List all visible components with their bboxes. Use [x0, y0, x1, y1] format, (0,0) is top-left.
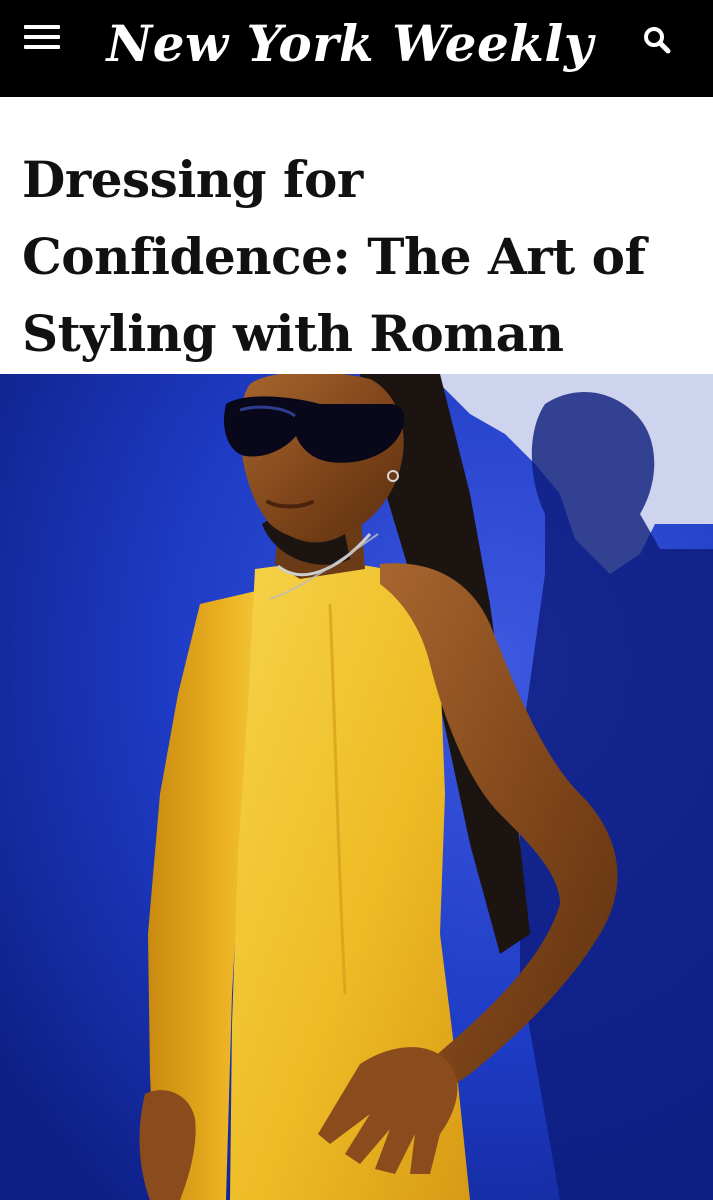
hero-photo: [0, 374, 713, 1200]
article-headline: Dressing for Confidence: The Art of Styl…: [22, 150, 646, 363]
hamburger-menu-icon[interactable]: [24, 21, 60, 53]
site-logo[interactable]: New York Weekly: [107, 6, 593, 80]
menu-bar-line: [24, 25, 60, 29]
search-icon[interactable]: [640, 23, 674, 57]
article-header: Dressing for Confidence: The Art of Styl…: [0, 97, 713, 373]
site-header: New York Weekly: [0, 0, 713, 97]
menu-bar-line: [24, 45, 60, 49]
menu-bar-line: [24, 35, 60, 39]
hero-image: [0, 374, 713, 1200]
